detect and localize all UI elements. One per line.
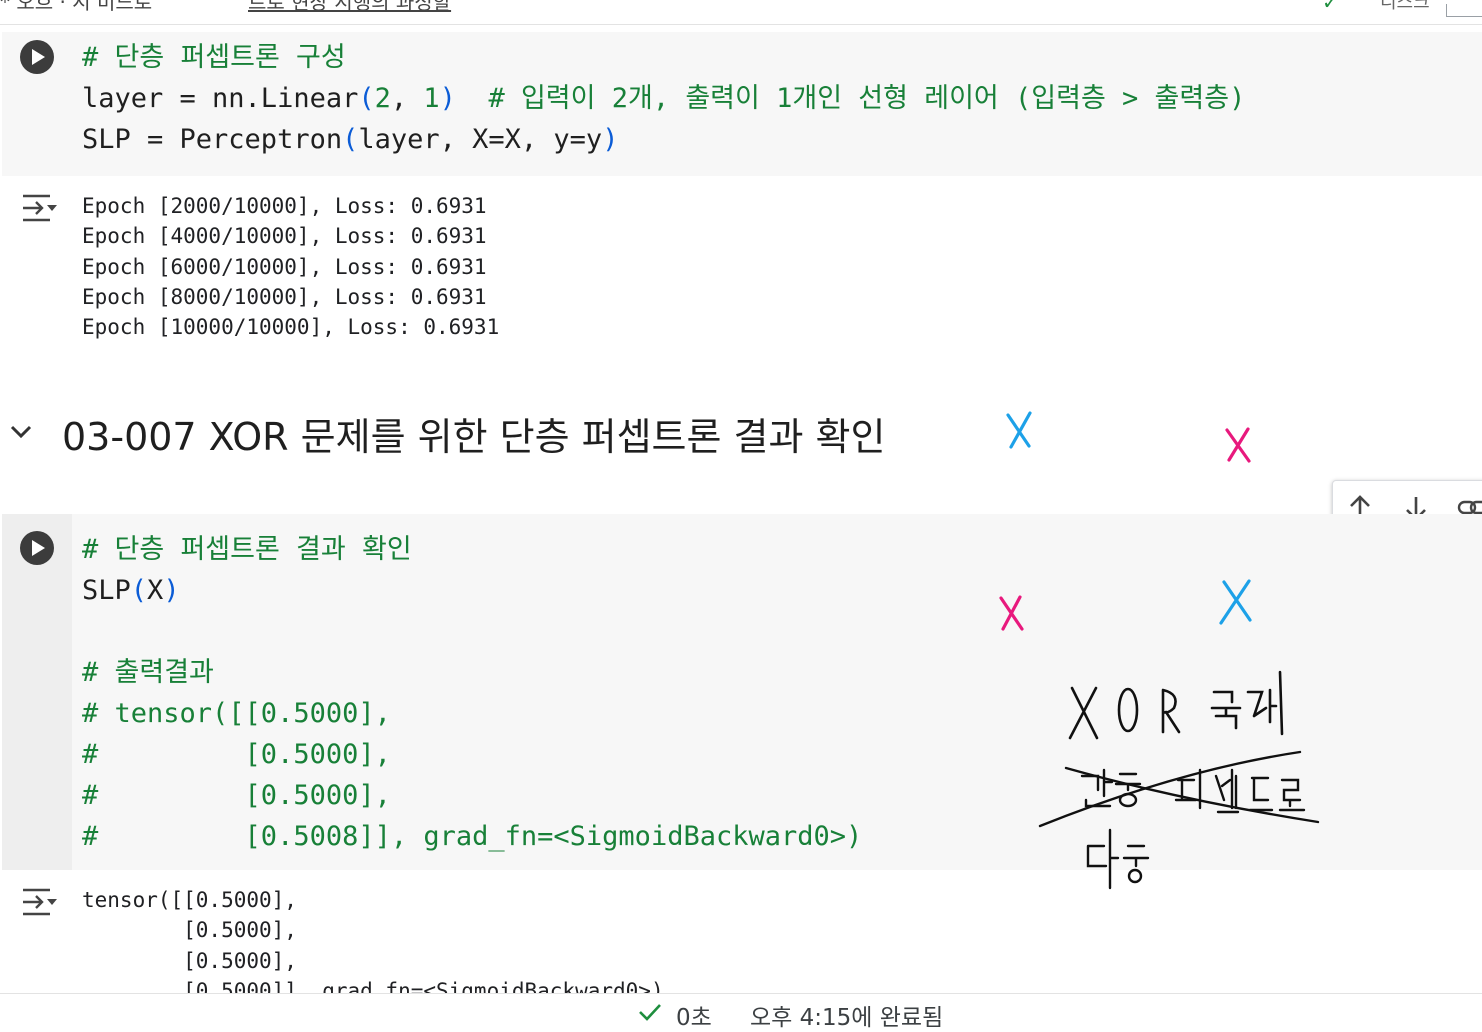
check-icon [639,1004,661,1021]
output-line: Epoch [4000/10000], Loss: 0.6931 [82,224,487,249]
disk-label: 디스크 [1380,0,1430,13]
code-comment: # tensor([[0.5000], [82,698,391,729]
code-comment: # [0.5000], [82,780,391,811]
code-comment: # 단층 퍼셉트론 구성 [82,42,346,73]
output-line: Epoch [2000/10000], Loss: 0.6931 [82,194,487,218]
code-line: layer = nn.Linear(2, 1) # 입력이 2개, 출력이 1개… [82,83,1246,114]
output-line: [0.5000], [82,918,297,943]
top-strip-text: * 오흐 · 시 미드로 [0,0,153,14]
status-bar: 0초 오후 4:15에 완료됨 [0,993,1482,1031]
run-cell-1-button[interactable] [20,40,54,74]
top-strip-link[interactable]: 트로 현장 시행의 과정할 [248,0,451,15]
annotation-x-mark [1006,411,1032,449]
code-comment: # 출력결과 [82,657,214,688]
output-line: Epoch [8000/10000], Loss: 0.6931 [82,284,487,309]
code-comment: # [0.5008]], grad_fn=<SigmoidBackward0>) [82,821,863,852]
output-line: Epoch [6000/10000], Loss: 0.6931 [82,254,487,279]
output-toggle-icon[interactable] [20,886,60,918]
section-title: 03-007 XOR 문제를 위한 단층 퍼셉트론 결과 확인 [62,415,886,459]
cell-2-gutter [2,514,72,870]
completion-status[interactable]: 오후 4:15에 완료됨 [750,998,943,1032]
code-cell-2-editor[interactable]: # 단층 퍼셉트론 결과 확인 SLP(X) # 출력결과 # tensor([… [82,529,862,857]
code-cell-1-editor[interactable]: # 단층 퍼셉트론 구성 layer = nn.Linear(2, 1) # 입… [82,37,1245,160]
code-comment: # 단층 퍼셉트론 결과 확인 [82,534,412,565]
output-line: tensor([[0.5000], [82,888,297,912]
disk-usage-bar[interactable] [1446,4,1482,17]
code-line: SLP = Perceptron(layer, X=X, y=y) [82,124,619,155]
output-toggle-icon[interactable] [20,192,60,224]
top-strip: * 오흐 · 시 미드로 트로 현장 시행의 과정할 ✓ 디스크 [0,0,1482,25]
output-line: [0.5000], [82,948,297,973]
annotation-x-mark [1225,427,1251,463]
run-cell-2-button[interactable] [20,531,54,565]
output-line: Epoch [10000/10000], Loss: 0.6931 [82,315,500,340]
execution-time: 0초 [676,1005,712,1031]
code-line: SLP(X) [82,575,180,606]
cell-1-output: Epoch [2000/10000], Loss: 0.6931 Epoch [… [82,191,499,342]
code-comment: # [0.5000], [82,739,391,770]
chevron-down-icon[interactable] [8,423,34,441]
check-icon: ✓ [1322,0,1339,14]
cell-2-output: tensor([[0.5000], [0.5000], [0.5000], [0… [82,885,664,1006]
